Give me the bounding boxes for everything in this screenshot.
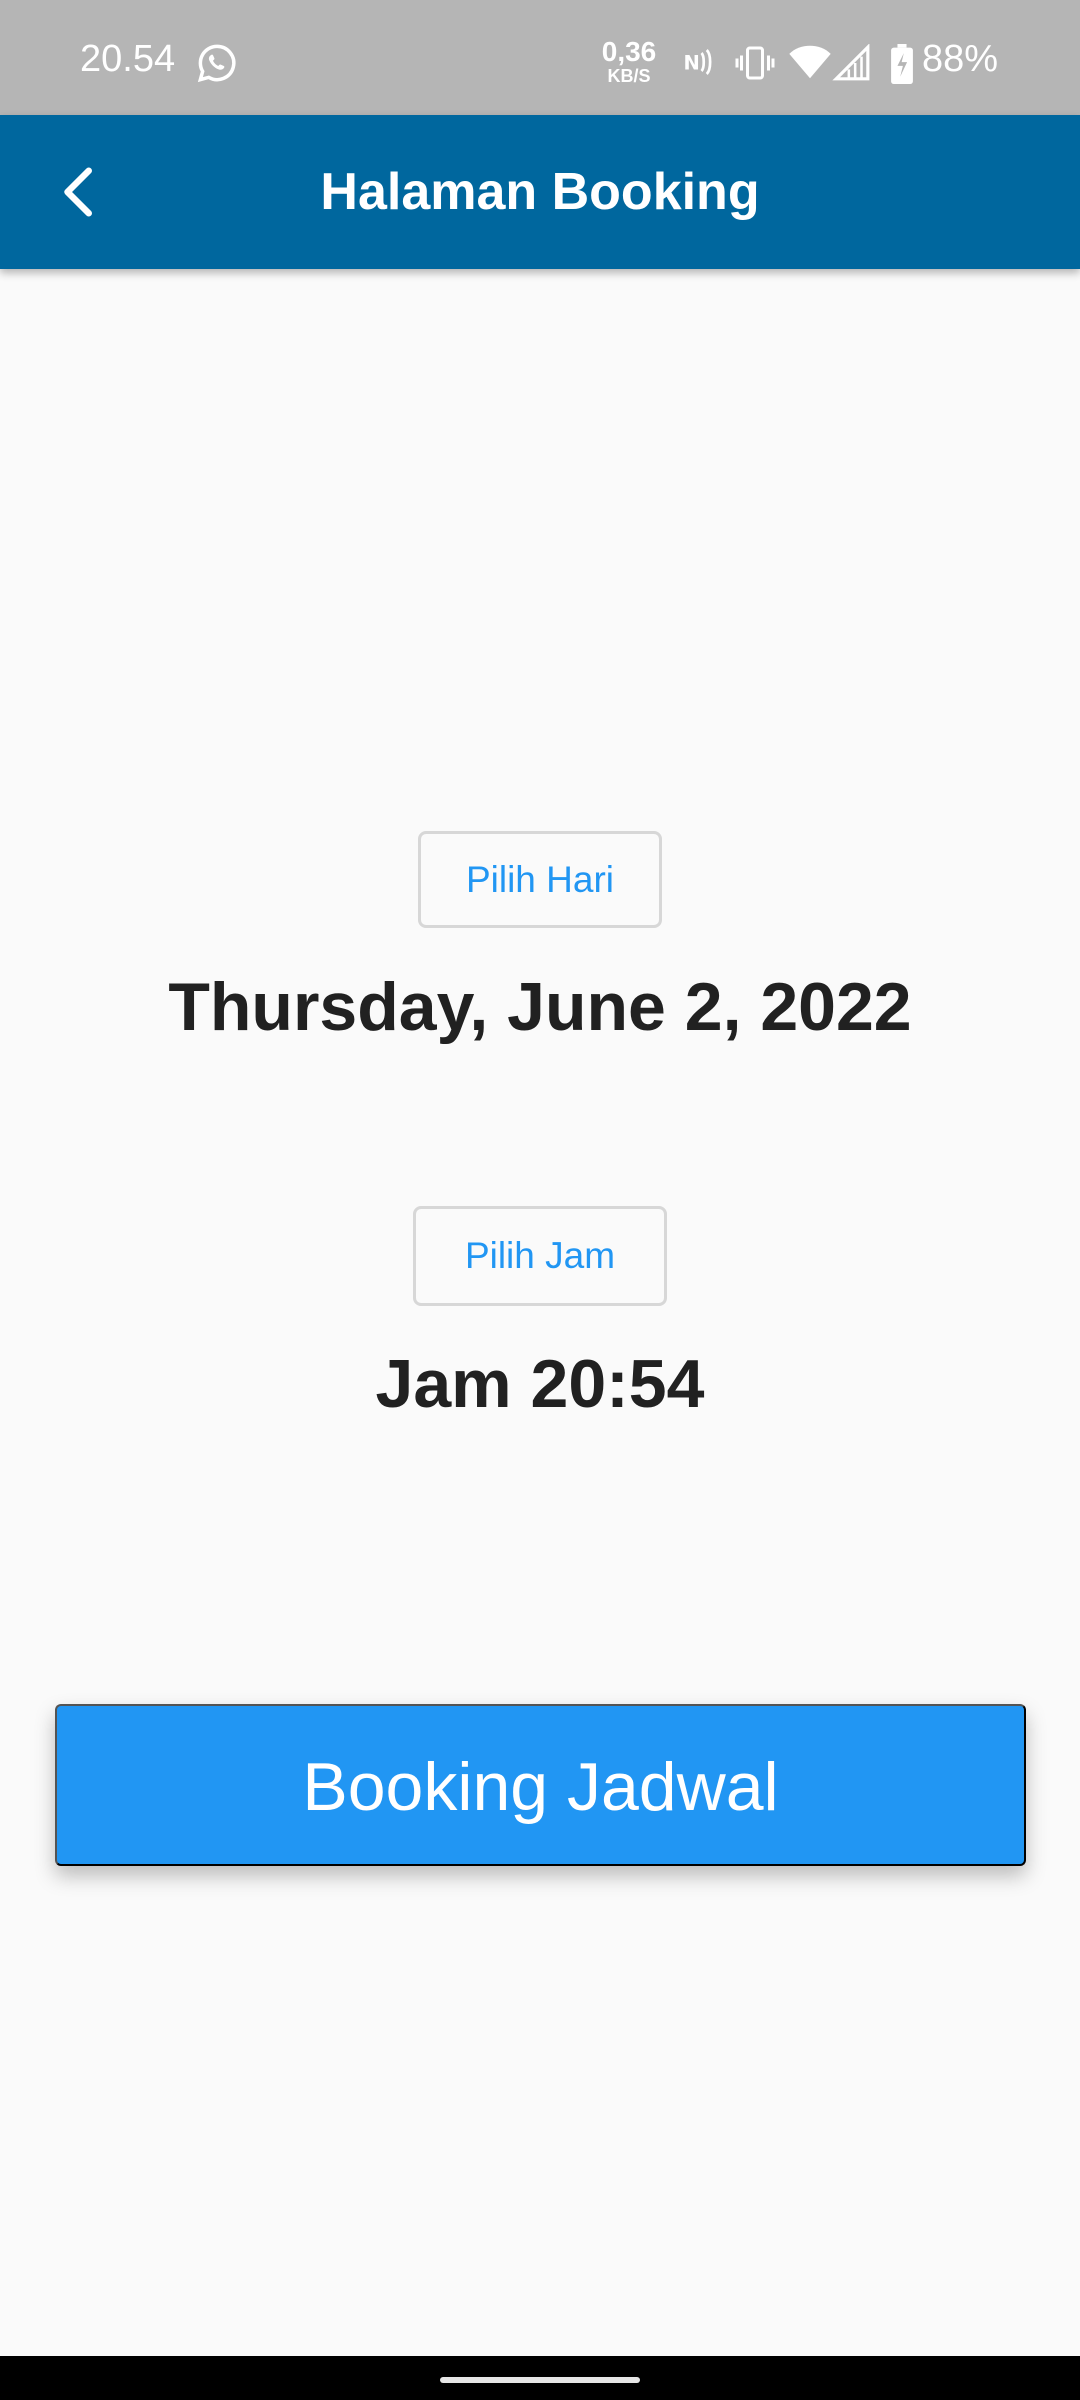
battery-percent: 88% bbox=[922, 38, 999, 80]
home-indicator[interactable] bbox=[440, 2377, 640, 2383]
status-bar: 20.54 0,36 KB/S N 88% bbox=[0, 0, 1080, 115]
whatsapp-icon bbox=[197, 44, 236, 83]
nfc-icon: N bbox=[684, 49, 712, 75]
network-speed-value: 0,36 bbox=[601, 36, 657, 67]
signal-icon bbox=[832, 44, 870, 81]
network-speed: 0,36 KB/S bbox=[594, 36, 664, 87]
pick-day-button[interactable]: Pilih Hari bbox=[418, 831, 662, 928]
pick-time-button[interactable]: Pilih Jam bbox=[413, 1206, 667, 1306]
selected-time: Jam 20:54 bbox=[375, 1346, 705, 1422]
booking-schedule-button[interactable]: Booking Jadwal bbox=[55, 1704, 1026, 1866]
wifi-icon bbox=[789, 45, 831, 79]
battery-charging-icon bbox=[891, 44, 913, 84]
network-speed-unit: KB/S bbox=[607, 66, 651, 86]
page-title: Halaman Booking bbox=[320, 163, 760, 221]
status-time: 20.54 bbox=[80, 38, 176, 80]
booking-screen: 20.54 0,36 KB/S N 88% Halaman Booking Pi… bbox=[0, 0, 1080, 2400]
navigation-bar bbox=[0, 2356, 1080, 2400]
vibrate-icon bbox=[735, 46, 775, 80]
app-bar: Halaman Booking bbox=[0, 115, 1080, 269]
svg-text:N: N bbox=[684, 52, 700, 75]
selected-date: Thursday, June 2, 2022 bbox=[168, 969, 912, 1045]
